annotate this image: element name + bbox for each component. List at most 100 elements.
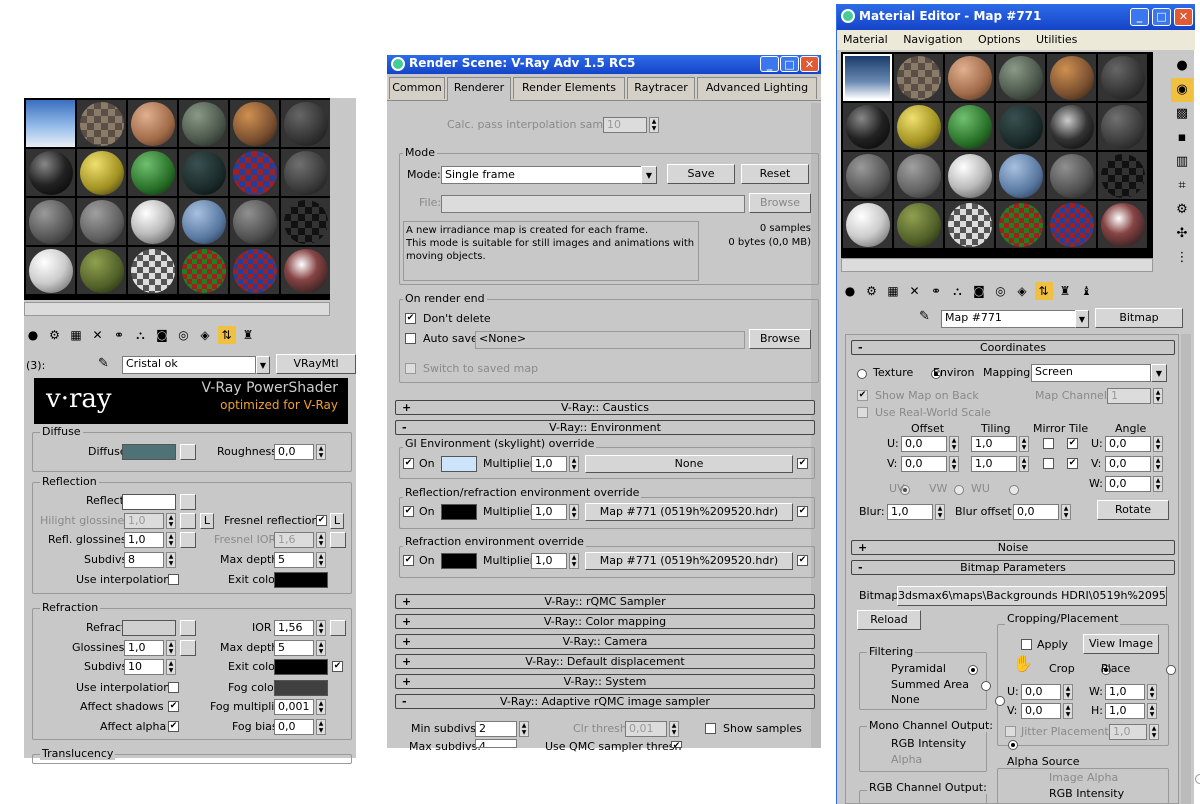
me-slot-checker-gray[interactable] bbox=[945, 201, 994, 248]
refl-max-depth-field[interactable]: 5 bbox=[274, 552, 314, 568]
fog-bias-field[interactable]: 0,0 bbox=[274, 719, 314, 735]
rotate-button[interactable]: Rotate bbox=[1097, 500, 1169, 520]
me-vscroll[interactable] bbox=[1181, 334, 1191, 804]
select-by-material-icon[interactable]: ✣ bbox=[1171, 222, 1193, 246]
slot-darkgreen[interactable] bbox=[179, 100, 228, 147]
me-slot-chrome[interactable] bbox=[1047, 103, 1096, 150]
me-slot-grid[interactable] bbox=[841, 52, 1153, 258]
crop-w-field[interactable]: 1,0 bbox=[1105, 684, 1145, 700]
summed-radio[interactable] bbox=[981, 681, 991, 691]
me-slot-checker[interactable] bbox=[894, 54, 943, 101]
background-icon[interactable]: ▩ bbox=[1171, 102, 1193, 126]
u-angle-field[interactable]: 0,0 bbox=[1105, 436, 1151, 452]
refl-env-color-swatch[interactable] bbox=[441, 504, 477, 520]
rollout-rqmc-sampler[interactable]: + V-Ray:: rQMC Sampler bbox=[395, 594, 815, 609]
me-go-sibling-icon[interactable]: ♜ bbox=[1056, 282, 1074, 300]
u-mirror-checkbox[interactable] bbox=[1043, 438, 1054, 449]
u-tile-checkbox[interactable]: ✔ bbox=[1067, 438, 1078, 449]
blur-spinner[interactable]: ▲ ▼ bbox=[935, 504, 945, 520]
me-slot-white[interactable] bbox=[945, 152, 994, 199]
auto-save-browse-button[interactable]: Browse bbox=[749, 329, 811, 349]
crop-v-spinner[interactable]: ▲ ▼ bbox=[1063, 703, 1073, 719]
crop-w-spinner[interactable]: ▲ ▼ bbox=[1147, 684, 1157, 700]
hilight-field[interactable]: 1,0 bbox=[124, 513, 164, 529]
file-browse-button[interactable]: Browse bbox=[749, 193, 811, 213]
me-close-button[interactable]: ✕ bbox=[1174, 8, 1193, 26]
v-tiling-field[interactable]: 1,0 bbox=[971, 456, 1017, 472]
ior-field[interactable]: 1,56 bbox=[274, 620, 314, 636]
rgb-intensity-radio[interactable] bbox=[1008, 740, 1018, 750]
reflect-color-swatch[interactable] bbox=[122, 494, 176, 510]
me-unique-icon[interactable]: ⛬ bbox=[949, 282, 967, 300]
me-show-end-icon[interactable]: ◈ bbox=[1013, 282, 1031, 300]
jitter-field[interactable]: 1,0 bbox=[1109, 724, 1147, 740]
refr-env-map-checkbox[interactable]: ✔ bbox=[797, 555, 808, 566]
refr-env-mult-spinner[interactable]: ▲ ▼ bbox=[569, 553, 579, 569]
place-radio[interactable] bbox=[1166, 665, 1176, 675]
use-qmc-checkbox[interactable]: ✔ bbox=[671, 741, 682, 751]
me-slot-teal-dark[interactable] bbox=[996, 103, 1045, 150]
map-channel-field[interactable]: 1 bbox=[1107, 388, 1151, 404]
material-name-field[interactable]: Cristal ok bbox=[122, 356, 256, 374]
me-slot-darkgreen[interactable] bbox=[996, 54, 1045, 101]
v-offset-spinner[interactable]: ▲ ▼ bbox=[949, 456, 959, 472]
u-tiling-field[interactable]: 1,0 bbox=[971, 436, 1017, 452]
refr-use-interp-checkbox[interactable] bbox=[168, 682, 179, 693]
fresnel-checkbox[interactable]: ✔ bbox=[316, 515, 327, 526]
noise-rollout[interactable]: + Noise bbox=[851, 540, 1175, 555]
me-put-material-icon[interactable]: ⚙ bbox=[863, 282, 881, 300]
slot-leaf[interactable] bbox=[128, 149, 177, 196]
menu-utilities[interactable]: Utilities bbox=[1036, 33, 1077, 46]
material-type-button[interactable]: VRayMtl bbox=[276, 354, 356, 374]
assign-icon[interactable]: ▦ bbox=[67, 326, 85, 344]
v-mirror-checkbox[interactable] bbox=[1043, 458, 1054, 469]
me-assign-icon[interactable]: ▦ bbox=[884, 282, 902, 300]
slot-skin[interactable] bbox=[128, 100, 177, 147]
wu-radio[interactable] bbox=[1009, 485, 1019, 495]
refl-env-mult-spinner[interactable]: ▲ ▼ bbox=[569, 504, 579, 520]
me-show-map-icon[interactable]: ◎ bbox=[992, 282, 1010, 300]
refr-gloss-field[interactable]: 1,0 bbox=[124, 640, 164, 656]
slot-sky[interactable] bbox=[26, 100, 75, 147]
go-parent-icon[interactable]: ⇅ bbox=[217, 326, 236, 344]
slot-gray[interactable] bbox=[26, 198, 75, 245]
roughness-spinner[interactable]: ▲ ▼ bbox=[316, 444, 326, 460]
me-get-material-icon[interactable]: ● bbox=[841, 282, 859, 300]
crop-u-spinner[interactable]: ▲ ▼ bbox=[1063, 684, 1073, 700]
refr-gloss-spinner[interactable]: ▲ ▼ bbox=[166, 640, 176, 656]
view-image-button[interactable]: View Image bbox=[1083, 634, 1159, 654]
slot-moss[interactable] bbox=[77, 247, 126, 294]
refr-env-color-swatch[interactable] bbox=[441, 553, 477, 569]
me-slot-hscroll[interactable] bbox=[841, 258, 1153, 272]
mode-reset-button[interactable]: Reset bbox=[741, 164, 809, 184]
refl-subdivs-spinner[interactable]: ▲ ▼ bbox=[166, 552, 176, 568]
mode-dropdown[interactable]: ▼ bbox=[641, 166, 657, 184]
slot-black[interactable] bbox=[26, 149, 75, 196]
slot-wood[interactable] bbox=[230, 100, 279, 147]
unique-icon[interactable]: ⛬ bbox=[132, 326, 150, 344]
fog-mult-field[interactable]: 0,001 bbox=[274, 699, 314, 715]
slot-yellow[interactable] bbox=[77, 149, 126, 196]
me-maximize-button[interactable]: □ bbox=[1152, 8, 1171, 26]
u-offset-spinner[interactable]: ▲ ▼ bbox=[949, 436, 959, 452]
map-name-field[interactable]: Map #771 bbox=[941, 310, 1077, 328]
rollout-color-mapping[interactable]: + V-Ray:: Color mapping bbox=[395, 614, 815, 629]
v-angle-field[interactable]: 0,0 bbox=[1105, 456, 1151, 472]
rollout-caustics[interactable]: + V-Ray:: Caustics bbox=[395, 400, 815, 415]
none-filter-radio[interactable] bbox=[994, 696, 1005, 706]
me-picker-icon[interactable]: ✎ bbox=[919, 309, 930, 324]
map-type-button[interactable]: Bitmap bbox=[1095, 308, 1183, 328]
blur-field[interactable]: 1,0 bbox=[887, 504, 933, 520]
rollout-default-displacement[interactable]: + V-Ray:: Default displacement bbox=[395, 654, 815, 669]
min-subdivs-spinner[interactable]: ▲ ▼ bbox=[519, 721, 529, 737]
rollout-environment[interactable]: - V-Ray:: Environment bbox=[395, 420, 815, 435]
bitmap-params-rollout[interactable]: - Bitmap Parameters bbox=[851, 560, 1175, 575]
affect-shadows-checkbox[interactable]: ✔ bbox=[168, 701, 179, 712]
minimize-button[interactable]: _ bbox=[760, 56, 779, 72]
rollout-system[interactable]: + V-Ray:: System bbox=[395, 674, 815, 689]
u-angle-spinner[interactable]: ▲ ▼ bbox=[1153, 436, 1163, 452]
material-id-icon[interactable]: ◙ bbox=[153, 326, 171, 344]
gi-env-color-swatch[interactable] bbox=[441, 456, 477, 472]
slot-dark2[interactable] bbox=[281, 149, 330, 196]
close-button[interactable]: ✕ bbox=[800, 56, 819, 72]
